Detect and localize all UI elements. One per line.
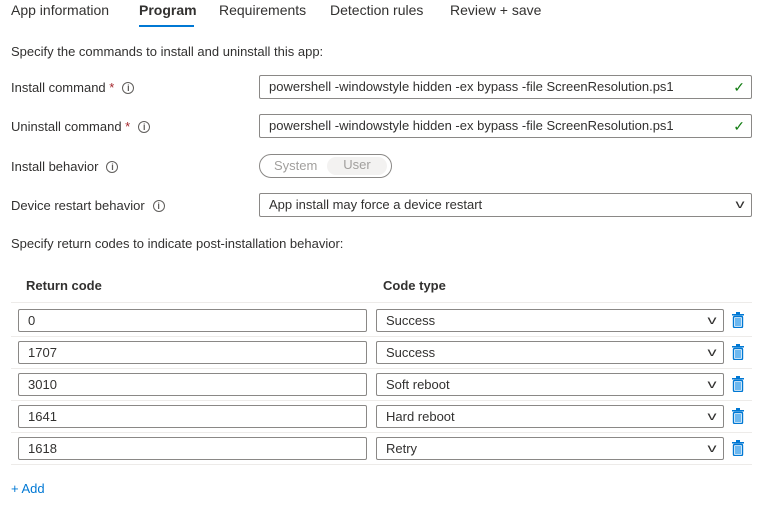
header-code-type: Code type xyxy=(383,278,446,293)
label-text: Device restart behavior xyxy=(11,198,145,213)
intro-text: Specify the commands to install and unin… xyxy=(11,44,324,59)
input-value: 1618 xyxy=(28,441,57,456)
required-marker: * xyxy=(109,80,115,95)
label-text: Uninstall command xyxy=(11,119,122,134)
trash-icon[interactable] xyxy=(731,376,745,392)
trash-icon[interactable] xyxy=(731,440,745,456)
return-code-input[interactable]: 0 xyxy=(18,309,367,332)
add-return-code-button[interactable]: + Add xyxy=(11,481,45,496)
required-marker: * xyxy=(125,119,131,134)
chevron-down-icon: v xyxy=(735,197,745,211)
select-value: Retry xyxy=(386,441,418,456)
info-icon[interactable]: i xyxy=(138,121,151,133)
select-value: Success xyxy=(386,313,436,328)
option-user[interactable]: User xyxy=(327,157,387,175)
tab-review-save[interactable]: Review + save xyxy=(450,2,541,18)
checkmark-icon: ✓ xyxy=(733,118,745,134)
divider xyxy=(11,368,752,369)
select-value: App install may force a device restart xyxy=(269,197,483,212)
info-icon[interactable]: i xyxy=(122,82,135,94)
select-value: Success xyxy=(386,345,436,360)
code-type-select[interactable]: Retry v xyxy=(376,437,724,460)
return-code-input[interactable]: 1641 xyxy=(18,405,367,428)
code-type-select[interactable]: Success v xyxy=(376,309,724,332)
divider xyxy=(11,432,752,433)
chevron-down-icon: v xyxy=(707,377,717,391)
active-tab-indicator xyxy=(139,25,194,27)
divider xyxy=(11,400,752,401)
return-code-input[interactable]: 1618 xyxy=(18,437,367,460)
divider xyxy=(11,464,752,465)
trash-icon[interactable] xyxy=(731,312,745,328)
label-text: Install behavior xyxy=(11,159,99,174)
select-value: Hard reboot xyxy=(386,409,455,424)
trash-icon[interactable] xyxy=(731,408,745,424)
trash-icon[interactable] xyxy=(731,344,745,360)
divider xyxy=(11,336,752,337)
input-value: powershell -windowstyle hidden -ex bypas… xyxy=(269,79,674,94)
option-system[interactable]: System xyxy=(274,158,317,173)
restart-behavior-label: Device restart behavior i xyxy=(11,198,165,213)
checkmark-icon: ✓ xyxy=(733,79,745,95)
uninstall-command-label: Uninstall command * i xyxy=(11,119,151,134)
tab-detection-rules[interactable]: Detection rules xyxy=(330,2,423,18)
tab-program[interactable]: Program xyxy=(139,2,197,18)
tab-requirements[interactable]: Requirements xyxy=(219,2,306,18)
input-value: 1707 xyxy=(28,345,57,360)
restart-behavior-select[interactable]: App install may force a device restart v xyxy=(259,193,752,217)
info-icon[interactable]: i xyxy=(106,161,119,173)
chevron-down-icon: v xyxy=(707,313,717,327)
return-codes-intro: Specify return codes to indicate post-in… xyxy=(11,236,344,251)
input-value: 1641 xyxy=(28,409,57,424)
chevron-down-icon: v xyxy=(707,441,717,455)
return-code-input[interactable]: 3010 xyxy=(18,373,367,396)
uninstall-command-input[interactable]: powershell -windowstyle hidden -ex bypas… xyxy=(259,114,752,138)
divider xyxy=(11,302,752,303)
tab-app-information[interactable]: App information xyxy=(11,2,109,18)
chevron-down-icon: v xyxy=(707,345,717,359)
header-return-code: Return code xyxy=(26,278,102,293)
install-behavior-toggle[interactable]: System User xyxy=(259,154,392,178)
install-command-label: Install command * i xyxy=(11,80,135,95)
install-command-input[interactable]: powershell -windowstyle hidden -ex bypas… xyxy=(259,75,752,99)
select-value: Soft reboot xyxy=(386,377,450,392)
code-type-select[interactable]: Success v xyxy=(376,341,724,364)
label-text: Install command xyxy=(11,80,106,95)
input-value: 3010 xyxy=(28,377,57,392)
code-type-select[interactable]: Hard reboot v xyxy=(376,405,724,428)
install-behavior-label: Install behavior i xyxy=(11,159,119,174)
code-type-select[interactable]: Soft reboot v xyxy=(376,373,724,396)
input-value: powershell -windowstyle hidden -ex bypas… xyxy=(269,118,674,133)
info-icon[interactable]: i xyxy=(152,200,165,212)
input-value: 0 xyxy=(28,313,36,328)
chevron-down-icon: v xyxy=(707,409,717,423)
return-code-input[interactable]: 1707 xyxy=(18,341,367,364)
